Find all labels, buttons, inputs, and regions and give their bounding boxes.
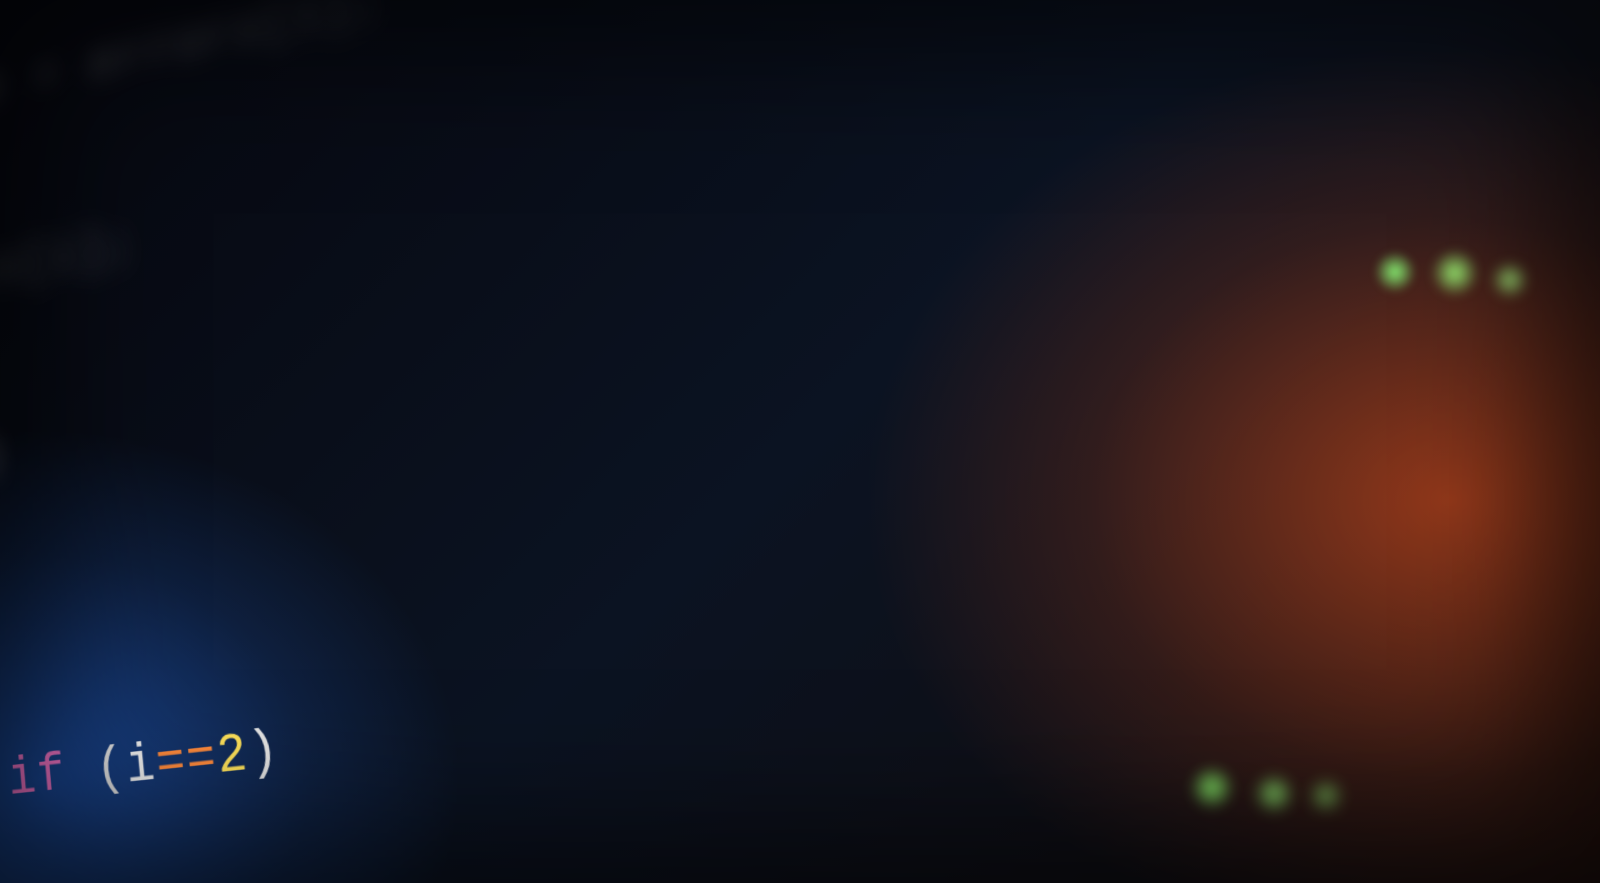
code-screenshot: errMessage = errors[1]; div = divs[i]; (… — [0, 0, 1600, 883]
code-layer: errMessage = errors[1]; div = divs[i]; (… — [0, 0, 1600, 883]
